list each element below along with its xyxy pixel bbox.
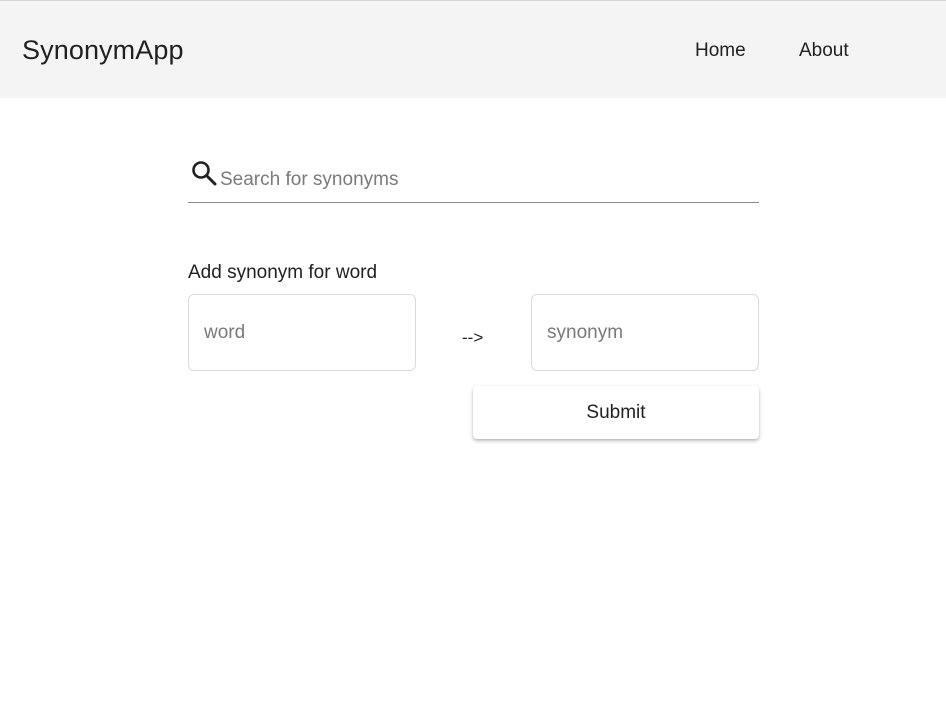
synonym-input[interactable] bbox=[547, 319, 743, 347]
search-input[interactable] bbox=[220, 165, 750, 195]
search-icon bbox=[190, 159, 218, 187]
synonym-field-box bbox=[531, 294, 759, 371]
word-input[interactable] bbox=[204, 319, 400, 347]
app-brand[interactable]: SynonymApp bbox=[22, 34, 184, 66]
add-synonym-heading: Add synonym for word bbox=[188, 262, 378, 283]
nav-about-link[interactable]: About bbox=[799, 39, 849, 63]
word-field-box bbox=[188, 294, 416, 371]
app-bar: SynonymApp Home About bbox=[0, 0, 946, 98]
nav-home-link[interactable]: Home bbox=[695, 39, 746, 63]
arrow-separator: --> bbox=[462, 328, 484, 347]
search-bar bbox=[188, 155, 759, 203]
submit-button[interactable]: Submit bbox=[473, 386, 759, 439]
